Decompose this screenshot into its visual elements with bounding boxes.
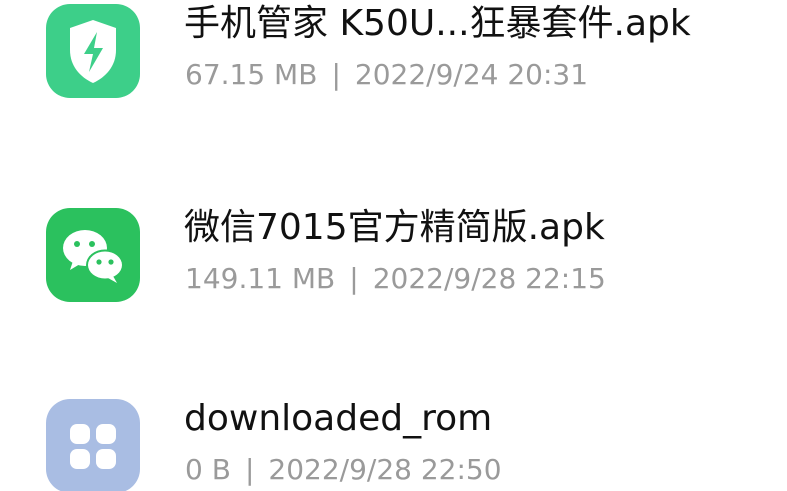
meta-separator: | — [349, 262, 359, 295]
file-size: 149.11 MB — [185, 262, 336, 295]
file-name: 微信7015官方精简版.apk — [184, 207, 605, 248]
file-name: downloaded_rom — [184, 398, 493, 439]
meta-separator: | — [331, 58, 341, 91]
wechat-icon — [46, 208, 140, 302]
file-date: 2022/9/28 22:15 — [372, 262, 606, 295]
file-name: 手机管家 K50U...狂暴套件.apk — [184, 3, 691, 44]
file-list: 手机管家 K50U...狂暴套件.apk 67.15 MB | 2022/9/24 … — [0, 0, 787, 491]
meta-separator: | — [244, 453, 255, 486]
file-item-downloaded-rom[interactable]: downloaded_rom 0 B | 2022/9/28 22:50 — [0, 379, 787, 491]
file-meta: 0 B | 2022/9/28 22:50 — [185, 453, 502, 487]
folder-grid-icon — [46, 399, 140, 491]
file-meta: 67.15 MB | 2022/9/24 20:31 — [185, 58, 588, 92]
file-item-phone-manager[interactable]: 手机管家 K50U...狂暴套件.apk 67.15 MB | 2022/9/24 … — [0, 0, 787, 98]
file-item-wechat[interactable]: 微信7015官方精简版.apk 149.11 MB | 2022/9/28 22:1… — [0, 188, 787, 302]
security-shield-icon — [46, 4, 140, 98]
file-date: 2022/9/28 22:50 — [268, 453, 502, 486]
file-date: 2022/9/24 20:31 — [354, 58, 589, 91]
file-meta: 149.11 MB | 2022/9/28 22:15 — [185, 262, 606, 296]
file-size: 67.15 MB — [185, 58, 318, 91]
file-size: 0 B — [185, 453, 231, 486]
